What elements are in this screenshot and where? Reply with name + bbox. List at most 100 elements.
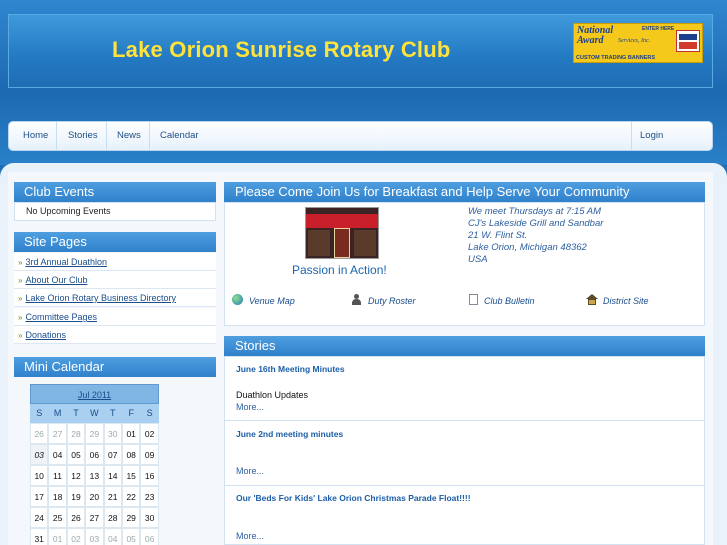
site-page-link[interactable]: » Committee Pages xyxy=(14,308,216,326)
calendar-day[interactable]: 02 xyxy=(140,423,159,444)
calendar-weekday: F xyxy=(122,404,141,423)
calendar-day[interactable]: 13 xyxy=(85,465,104,486)
calendar-day[interactable]: 28 xyxy=(103,507,122,528)
story-title-link[interactable]: Our 'Beds For Kids' Lake Orion Christmas… xyxy=(236,493,471,503)
globe-icon xyxy=(232,294,243,305)
calendar-day[interactable]: 20 xyxy=(85,486,104,507)
story-more-link[interactable]: More... xyxy=(236,531,264,541)
calendar-day[interactable]: 27 xyxy=(48,423,67,444)
calendar-day[interactable]: 30 xyxy=(103,423,122,444)
club-bulletin-link[interactable]: Club Bulletin xyxy=(469,294,535,308)
calendar-day[interactable]: 19 xyxy=(66,486,86,507)
calendar-weekday: S xyxy=(30,404,49,423)
calendar-day[interactable]: 05 xyxy=(66,444,86,465)
nav-login[interactable]: Login xyxy=(631,122,671,150)
story-more-link[interactable]: More... xyxy=(236,466,264,476)
ad-tagline: CUSTOM TRADING BANNERS xyxy=(576,55,656,61)
story-divider xyxy=(224,420,705,421)
double-chevron-icon: » xyxy=(18,294,23,303)
restaurant-photo xyxy=(305,207,379,259)
meeting-address-line: USA xyxy=(468,254,488,265)
house-icon xyxy=(586,294,598,305)
site-title: Lake Orion Sunrise Rotary Club xyxy=(112,37,451,62)
advertisement-banner[interactable]: National Award Services, Inc. ENTER HERE… xyxy=(573,23,703,63)
stories-panel xyxy=(224,356,705,545)
calendar-day[interactable]: 25 xyxy=(48,507,67,528)
story-summary: Duathlon Updates xyxy=(236,390,309,400)
calendar-day[interactable]: 04 xyxy=(48,444,67,465)
calendar-day[interactable]: 21 xyxy=(103,486,122,507)
calendar-day[interactable]: 28 xyxy=(66,423,86,444)
calendar-day[interactable]: 27 xyxy=(85,507,104,528)
calendar-day[interactable]: 17 xyxy=(30,486,49,507)
calendar-day[interactable]: 30 xyxy=(140,507,159,528)
ad-services: Services, Inc. xyxy=(618,38,651,44)
double-chevron-icon: » xyxy=(18,258,23,267)
site-page-link[interactable]: » 3rd Annual Duathlon xyxy=(14,253,216,271)
calendar-weekday: M xyxy=(48,404,67,423)
ad-line2: Award xyxy=(577,35,604,46)
site-page-link[interactable]: » About Our Club xyxy=(14,271,216,289)
story-title-link[interactable]: June 16th Meeting Minutes xyxy=(236,364,345,374)
calendar-day[interactable]: 18 xyxy=(48,486,67,507)
calendar-weekday: S xyxy=(140,404,159,423)
calendar-weekday: W xyxy=(85,404,104,423)
calendar-day[interactable]: 01 xyxy=(48,528,67,545)
calendar-month-link[interactable]: Jul 2011 xyxy=(30,384,159,404)
calendar-day[interactable]: 15 xyxy=(122,465,141,486)
calendar-day[interactable]: 02 xyxy=(66,528,86,545)
calendar-day[interactable]: 03 xyxy=(30,444,49,465)
document-icon xyxy=(469,294,478,305)
story-divider xyxy=(224,485,705,486)
calendar-day[interactable]: 29 xyxy=(122,507,141,528)
calendar-day[interactable]: 05 xyxy=(122,528,141,545)
calendar-day[interactable]: 11 xyxy=(48,465,67,486)
nav-home[interactable]: Home xyxy=(15,122,58,150)
double-chevron-icon: » xyxy=(18,331,23,340)
meeting-address-line: We meet Thursdays at 7:15 AM xyxy=(468,206,602,217)
calendar-day[interactable]: 24 xyxy=(30,507,49,528)
main-nav: Home Stories News Calendar Login xyxy=(8,121,713,151)
ad-enter: ENTER HERE xyxy=(642,26,675,32)
club-events-title: Club Events xyxy=(14,182,216,202)
site-page-link[interactable]: » Donations xyxy=(14,326,216,344)
welcome-title: Please Come Join Us for Breakfast and He… xyxy=(224,182,705,202)
nav-news[interactable]: News xyxy=(109,122,150,150)
calendar-day[interactable]: 10 xyxy=(30,465,49,486)
calendar-day[interactable]: 06 xyxy=(85,444,104,465)
calendar-day[interactable]: 12 xyxy=(66,465,86,486)
calendar-day[interactable]: 16 xyxy=(140,465,159,486)
stories-title: Stories xyxy=(224,336,705,356)
double-chevron-icon: » xyxy=(18,276,23,285)
calendar-day[interactable]: 09 xyxy=(140,444,159,465)
meeting-address-line: Lake Orion, Michigan 48362 xyxy=(468,242,587,253)
club-events-empty: No Upcoming Events xyxy=(26,206,111,216)
mini-calendar-title: Mini Calendar xyxy=(14,357,216,377)
calendar-day[interactable]: 26 xyxy=(30,423,49,444)
duty-roster-link[interactable]: Duty Roster xyxy=(351,294,416,308)
calendar-day[interactable]: 07 xyxy=(103,444,122,465)
calendar-day[interactable]: 29 xyxy=(85,423,104,444)
calendar-day[interactable]: 31 xyxy=(30,528,49,545)
nav-stories[interactable]: Stories xyxy=(60,122,107,150)
calendar-weekday: T xyxy=(103,404,122,423)
story-title-link[interactable]: June 2nd meeting minutes xyxy=(236,429,343,439)
calendar-day[interactable]: 14 xyxy=(103,465,122,486)
calendar-day[interactable]: 22 xyxy=(122,486,141,507)
calendar-day[interactable]: 23 xyxy=(140,486,159,507)
calendar-day[interactable]: 04 xyxy=(103,528,122,545)
photo-caption: Passion in Action! xyxy=(292,263,387,277)
meeting-address-line: CJ's Lakeside Grill and Sandbar xyxy=(468,218,604,229)
nav-calendar[interactable]: Calendar xyxy=(152,122,207,150)
calendar-day[interactable]: 03 xyxy=(85,528,104,545)
story-more-link[interactable]: More... xyxy=(236,402,264,412)
calendar-day[interactable]: 01 xyxy=(122,423,141,444)
calendar-day[interactable]: 26 xyxy=(66,507,86,528)
calendar-day[interactable]: 08 xyxy=(122,444,141,465)
district-site-link[interactable]: District Site xyxy=(586,294,649,308)
calendar-weekday: T xyxy=(66,404,86,423)
venue-map-link[interactable]: Venue Map xyxy=(232,294,295,308)
site-page-link[interactable]: » Lake Orion Rotary Business Directory xyxy=(14,289,216,307)
person-icon xyxy=(351,294,362,305)
calendar-day[interactable]: 06 xyxy=(140,528,159,545)
